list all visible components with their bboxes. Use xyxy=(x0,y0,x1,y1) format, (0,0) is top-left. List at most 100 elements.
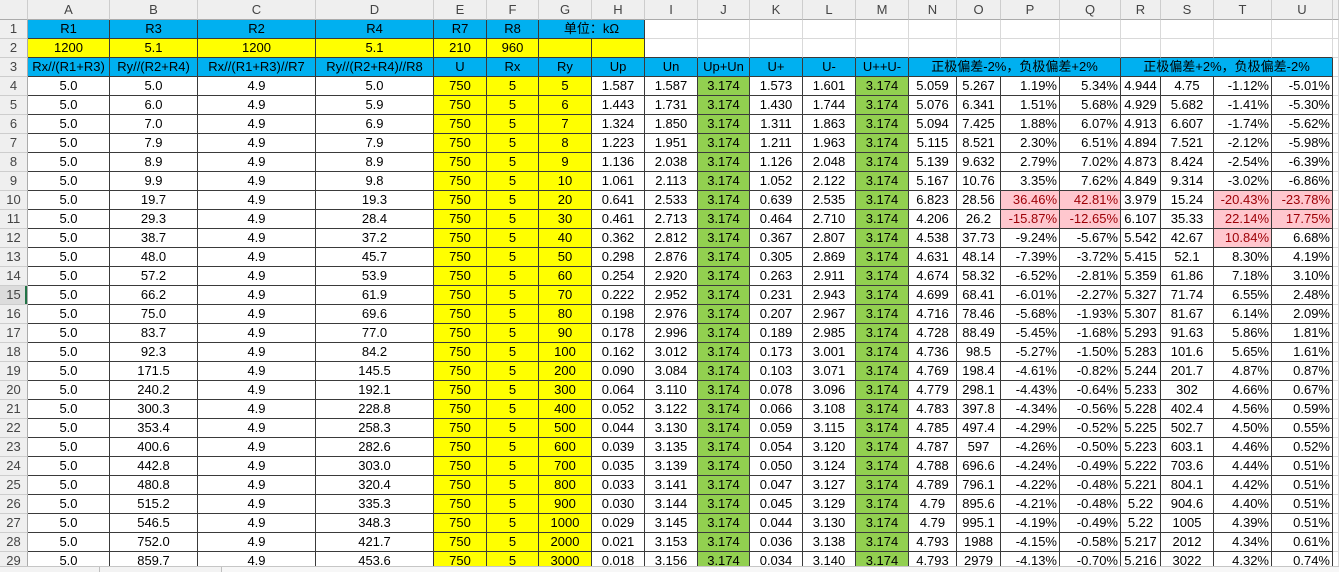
cell-C4[interactable]: 4.9 xyxy=(198,77,316,96)
cell-J9[interactable]: 3.174 xyxy=(698,172,750,191)
cell-H10[interactable]: 0.641 xyxy=(592,191,645,210)
cell-S22[interactable]: 502.7 xyxy=(1161,419,1214,438)
cell-T28[interactable]: 4.34% xyxy=(1214,533,1272,552)
cell-N7[interactable]: 5.115 xyxy=(909,134,957,153)
cell-A12[interactable]: 5.0 xyxy=(28,229,110,248)
cell-V21[interactable] xyxy=(1333,400,1339,419)
cell-L11[interactable]: 2.710 xyxy=(803,210,856,229)
cell-U19[interactable]: 0.87% xyxy=(1272,362,1333,381)
cell-B20[interactable]: 240.2 xyxy=(110,381,198,400)
cell-H14[interactable]: 0.254 xyxy=(592,267,645,286)
cell-S13[interactable]: 52.1 xyxy=(1161,248,1214,267)
cell-R29[interactable]: 5.216 xyxy=(1121,552,1161,566)
cell-R19[interactable]: 5.244 xyxy=(1121,362,1161,381)
cell-S11[interactable]: 35.33 xyxy=(1161,210,1214,229)
cell-O9[interactable]: 10.76 xyxy=(957,172,1001,191)
cell-D28[interactable]: 421.7 xyxy=(316,533,434,552)
cell-Q19[interactable]: -0.82% xyxy=(1060,362,1121,381)
cell-H2[interactable] xyxy=(592,39,645,58)
cell-L26[interactable]: 3.129 xyxy=(803,495,856,514)
cell-K13[interactable]: 0.305 xyxy=(750,248,803,267)
cell-T11[interactable]: 22.14% xyxy=(1214,210,1272,229)
cell-T29[interactable]: 4.32% xyxy=(1214,552,1272,566)
cell-L4[interactable]: 1.601 xyxy=(803,77,856,96)
cell-R1[interactable] xyxy=(1121,20,1161,39)
cell-F2[interactable]: 960 xyxy=(487,39,539,58)
cell-O2[interactable] xyxy=(957,39,1001,58)
cell-U12[interactable]: 6.68% xyxy=(1272,229,1333,248)
cell-K26[interactable]: 0.045 xyxy=(750,495,803,514)
cell-U14[interactable]: 3.10% xyxy=(1272,267,1333,286)
cell-N16[interactable]: 4.716 xyxy=(909,305,957,324)
cell-T23[interactable]: 4.46% xyxy=(1214,438,1272,457)
cell-D6[interactable]: 6.9 xyxy=(316,115,434,134)
cell-M16[interactable]: 3.174 xyxy=(856,305,909,324)
cell-P21[interactable]: -4.34% xyxy=(1001,400,1060,419)
cell-K8[interactable]: 1.126 xyxy=(750,153,803,172)
cell-M2[interactable] xyxy=(856,39,909,58)
cell-M26[interactable]: 3.174 xyxy=(856,495,909,514)
cell-L14[interactable]: 2.911 xyxy=(803,267,856,286)
cell-R16[interactable]: 5.307 xyxy=(1121,305,1161,324)
cell-V26[interactable] xyxy=(1333,495,1339,514)
cell-D5[interactable]: 5.9 xyxy=(316,96,434,115)
cell-A15[interactable]: 5.0 xyxy=(28,286,110,305)
cell-F27[interactable]: 5 xyxy=(487,514,539,533)
cell-S29[interactable]: 3022 xyxy=(1161,552,1214,566)
cell-S23[interactable]: 603.1 xyxy=(1161,438,1214,457)
horizontal-scrollbar[interactable] xyxy=(222,567,1339,572)
cell-D19[interactable]: 145.5 xyxy=(316,362,434,381)
cell-M11[interactable]: 3.174 xyxy=(856,210,909,229)
cell-K29[interactable]: 0.034 xyxy=(750,552,803,566)
cell-G26[interactable]: 900 xyxy=(539,495,592,514)
cell-V18[interactable] xyxy=(1333,343,1339,362)
cell-G14[interactable]: 60 xyxy=(539,267,592,286)
cell-A28[interactable]: 5.0 xyxy=(28,533,110,552)
cell-C20[interactable]: 4.9 xyxy=(198,381,316,400)
cell-J21[interactable]: 3.174 xyxy=(698,400,750,419)
cell-F5[interactable]: 5 xyxy=(487,96,539,115)
cell-Q17[interactable]: -1.68% xyxy=(1060,324,1121,343)
cell-I13[interactable]: 2.876 xyxy=(645,248,698,267)
cell-O19[interactable]: 198.4 xyxy=(957,362,1001,381)
cell-C22[interactable]: 4.9 xyxy=(198,419,316,438)
cell-S24[interactable]: 703.6 xyxy=(1161,457,1214,476)
cell-E25[interactable]: 750 xyxy=(434,476,487,495)
cell-K20[interactable]: 0.078 xyxy=(750,381,803,400)
cell-N11[interactable]: 4.206 xyxy=(909,210,957,229)
cell-O18[interactable]: 98.5 xyxy=(957,343,1001,362)
cell-V28[interactable] xyxy=(1333,533,1339,552)
cell-F3[interactable]: Rx xyxy=(487,58,539,77)
cell-K5[interactable]: 1.430 xyxy=(750,96,803,115)
cell-J22[interactable]: 3.174 xyxy=(698,419,750,438)
cell-N4[interactable]: 5.059 xyxy=(909,77,957,96)
cell-A25[interactable]: 5.0 xyxy=(28,476,110,495)
cell-V10[interactable] xyxy=(1333,191,1339,210)
cell-K2[interactable] xyxy=(750,39,803,58)
cell-U24[interactable]: 0.51% xyxy=(1272,457,1333,476)
cell-T15[interactable]: 6.55% xyxy=(1214,286,1272,305)
cell-U8[interactable]: -6.39% xyxy=(1272,153,1333,172)
cell-R9[interactable]: 4.849 xyxy=(1121,172,1161,191)
cell-P4[interactable]: 1.19% xyxy=(1001,77,1060,96)
column-header-E[interactable]: E xyxy=(434,0,487,20)
cell-P8[interactable]: 2.79% xyxy=(1001,153,1060,172)
cell-Q22[interactable]: -0.52% xyxy=(1060,419,1121,438)
cell-M24[interactable]: 3.174 xyxy=(856,457,909,476)
cell-O15[interactable]: 68.41 xyxy=(957,286,1001,305)
cell-D20[interactable]: 192.1 xyxy=(316,381,434,400)
cell-V11[interactable] xyxy=(1333,210,1339,229)
cell-T2[interactable] xyxy=(1214,39,1272,58)
cell-L12[interactable]: 2.807 xyxy=(803,229,856,248)
cell-G4[interactable]: 5 xyxy=(539,77,592,96)
cell-T1[interactable] xyxy=(1214,20,1272,39)
cell-S26[interactable]: 904.6 xyxy=(1161,495,1214,514)
cell-R25[interactable]: 5.221 xyxy=(1121,476,1161,495)
cell-F8[interactable]: 5 xyxy=(487,153,539,172)
cell-H25[interactable]: 0.033 xyxy=(592,476,645,495)
cell-R2[interactable] xyxy=(1121,39,1161,58)
cell-K17[interactable]: 0.189 xyxy=(750,324,803,343)
cell-S10[interactable]: 15.24 xyxy=(1161,191,1214,210)
cell-N17[interactable]: 4.728 xyxy=(909,324,957,343)
cell-K22[interactable]: 0.059 xyxy=(750,419,803,438)
